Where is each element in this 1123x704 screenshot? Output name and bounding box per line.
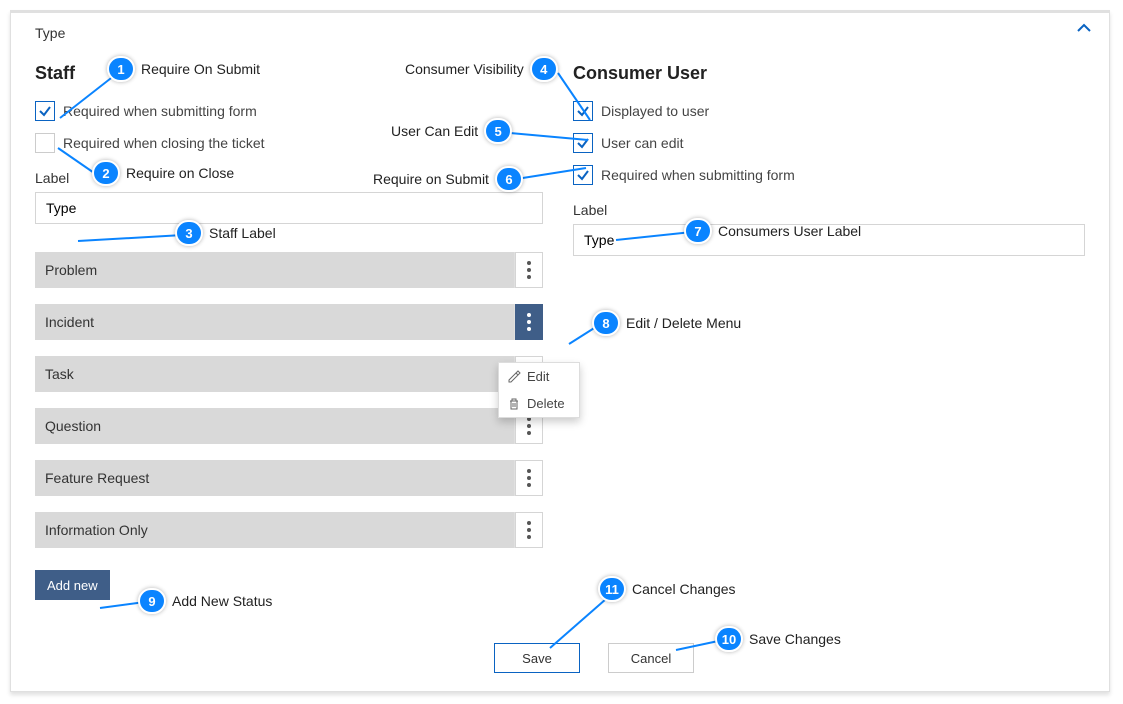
status-row-label[interactable]: Question — [35, 408, 515, 444]
staff-required-submit-label: Required when submitting form — [63, 103, 257, 119]
status-row: Information Only — [35, 512, 543, 548]
status-row-menu-button[interactable] — [515, 252, 543, 288]
kebab-icon — [527, 469, 531, 487]
status-row-label[interactable]: Task — [35, 356, 515, 392]
status-row: Incident — [35, 304, 543, 340]
status-row-label[interactable]: Feature Request — [35, 460, 515, 496]
status-row: Question — [35, 408, 543, 444]
kebab-icon — [527, 417, 531, 435]
consumer-can-edit-label: User can edit — [601, 135, 683, 151]
kebab-icon — [527, 261, 531, 279]
status-row-dropdown: Edit Delete — [498, 362, 580, 418]
trash-icon — [507, 397, 521, 411]
staff-required-close-checkbox[interactable] — [35, 133, 55, 153]
consumer-req-submit-checkbox[interactable] — [573, 165, 593, 185]
consumer-req-submit-row: Required when submitting form — [573, 162, 1085, 188]
staff-required-close-label: Required when closing the ticket — [63, 135, 265, 151]
status-row: Task — [35, 356, 543, 392]
staff-required-submit-row: Required when submitting form — [35, 98, 543, 124]
staff-required-submit-checkbox[interactable] — [35, 101, 55, 121]
staff-label-input[interactable] — [35, 192, 543, 224]
staff-label-caption: Label — [35, 170, 543, 186]
status-row-menu-button[interactable] — [515, 304, 543, 340]
dropdown-delete[interactable]: Delete — [499, 390, 579, 417]
dropdown-edit-label: Edit — [527, 369, 549, 384]
status-row-menu-button[interactable] — [515, 460, 543, 496]
consumer-label-input[interactable] — [573, 224, 1085, 256]
add-new-button[interactable]: Add new — [35, 570, 110, 600]
staff-column: Staff Required when submitting form Requ… — [35, 63, 543, 600]
consumer-can-edit-checkbox[interactable] — [573, 133, 593, 153]
collapse-caret-icon[interactable] — [1077, 23, 1091, 33]
status-row-label[interactable]: Information Only — [35, 512, 515, 548]
consumer-label-caption: Label — [573, 202, 1085, 218]
kebab-icon — [527, 313, 531, 331]
status-row-label[interactable]: Incident — [35, 304, 515, 340]
staff-heading: Staff — [35, 63, 543, 84]
status-row-menu-button[interactable] — [515, 512, 543, 548]
panel-title: Type — [35, 25, 1085, 41]
type-panel: Type Staff Required when submitting form… — [10, 10, 1110, 692]
consumer-column: Consumer User Displayed to user User can… — [573, 63, 1085, 600]
pencil-icon — [507, 370, 521, 384]
consumer-can-edit-row: User can edit — [573, 130, 1085, 156]
dropdown-delete-label: Delete — [527, 396, 565, 411]
consumer-heading: Consumer User — [573, 63, 1085, 84]
cancel-button[interactable]: Cancel — [608, 643, 694, 673]
staff-required-close-row: Required when closing the ticket — [35, 130, 543, 156]
status-row: Problem — [35, 252, 543, 288]
save-button[interactable]: Save — [494, 643, 580, 673]
status-row: Feature Request — [35, 460, 543, 496]
status-row-label[interactable]: Problem — [35, 252, 515, 288]
consumer-displayed-label: Displayed to user — [601, 103, 709, 119]
status-list: Problem Incident Task Ques — [35, 252, 543, 548]
consumer-req-submit-label: Required when submitting form — [601, 167, 795, 183]
consumer-displayed-checkbox[interactable] — [573, 101, 593, 121]
consumer-displayed-row: Displayed to user — [573, 98, 1085, 124]
footer-buttons: Save Cancel — [494, 643, 694, 673]
kebab-icon — [527, 521, 531, 539]
dropdown-edit[interactable]: Edit — [499, 363, 579, 390]
